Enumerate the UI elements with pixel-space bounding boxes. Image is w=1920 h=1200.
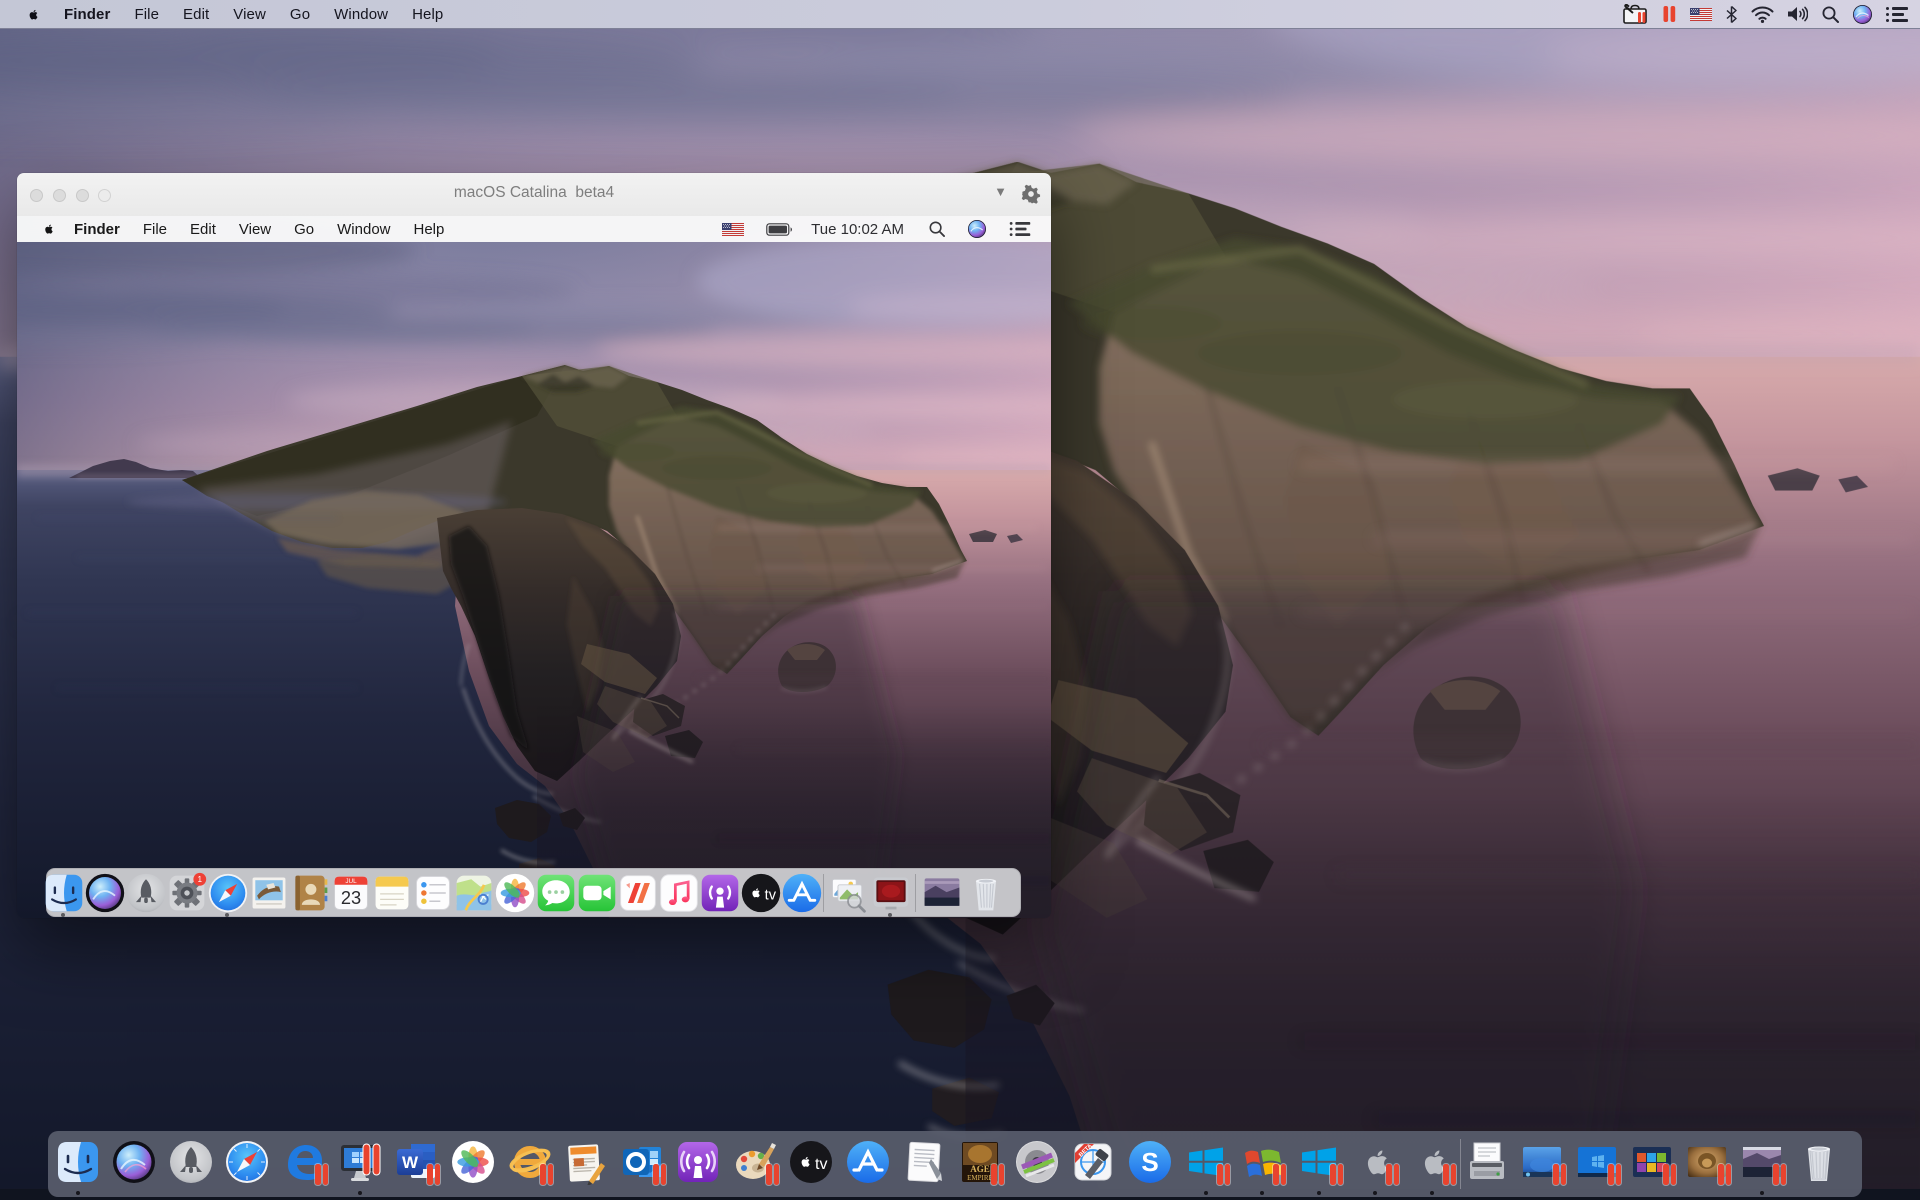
svg-text:23: 23 — [341, 887, 361, 908]
svg-text:tv: tv — [765, 887, 777, 903]
svg-text:tv: tv — [815, 1156, 827, 1173]
svg-text:S: S — [1141, 1147, 1158, 1177]
svg-text:1: 1 — [198, 875, 203, 884]
svg-text:W: W — [402, 1153, 419, 1172]
svg-text:JUL: JUL — [345, 878, 357, 885]
svg-text:AGE: AGE — [970, 1164, 990, 1174]
